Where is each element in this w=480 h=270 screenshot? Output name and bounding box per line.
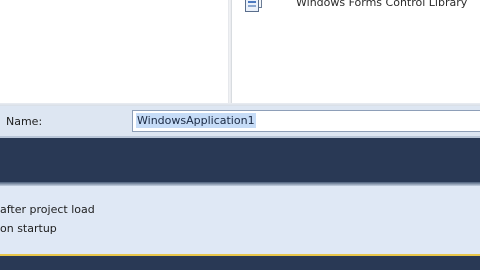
templates-pane[interactable] [232, 0, 480, 103]
project-template-icon [244, 0, 264, 13]
option-on-startup: on startup [0, 222, 57, 235]
name-label: Name: [6, 115, 43, 128]
template-list-panel: Windows Forms Control Library [0, 0, 480, 103]
option-after-project-load: after project load [0, 203, 95, 216]
name-input[interactable]: WindowsApplication1 [132, 110, 480, 132]
options-panel: after project load on startup [0, 186, 480, 254]
name-input-value: WindowsApplication1 [136, 113, 256, 128]
name-row: Name: WindowsApplication1 [0, 106, 480, 136]
template-item-label: Windows Forms Control Library [296, 0, 468, 9]
dark-separator-band [0, 136, 480, 182]
template-item-windows-forms-control-library[interactable]: Windows Forms Control Library [244, 0, 467, 14]
bottom-status-bar [0, 254, 480, 270]
template-categories-pane[interactable] [0, 0, 228, 103]
